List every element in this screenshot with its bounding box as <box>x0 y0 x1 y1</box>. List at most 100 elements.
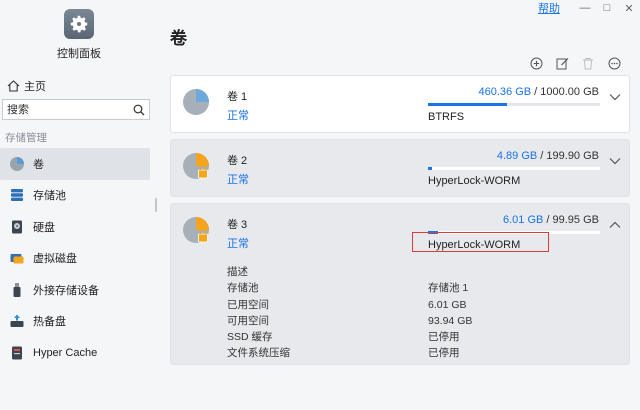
used-capacity: 460.36 GB <box>478 86 532 98</box>
volume-locked-pie-icon <box>183 153 209 179</box>
virtual-disk-icon <box>9 250 25 266</box>
help-link[interactable]: 帮助 <box>538 0 560 16</box>
detail-value: 已停用 <box>428 347 460 360</box>
volume-card-1[interactable]: 卷 1 正常 460.36 GB / 1000.00 GB BTRFS <box>170 75 630 133</box>
main-panel: 卷 卷 1 正常 460.36 GB / 1000.00 GB BTRFS 卷 … <box>170 0 632 410</box>
total-capacity: 199.90 GB <box>546 150 599 162</box>
maximize-button[interactable]: □ <box>596 2 618 14</box>
detail-label: 可用空间 <box>227 314 269 327</box>
hard-disk-icon <box>9 219 25 235</box>
volume-toolbar <box>528 56 622 70</box>
sidebar-item-label: 硬盘 <box>33 221 55 234</box>
delete-button[interactable] <box>580 56 596 70</box>
nav-home-label: 主页 <box>24 81 46 93</box>
sidebar-item-hot-spare[interactable]: 热备盘 <box>0 306 158 338</box>
app-header: 控制面板 <box>0 0 158 70</box>
chevron-down-icon[interactable] <box>609 93 621 101</box>
volume-locked-pie-icon <box>183 217 209 243</box>
sidebar-item-hard-disk[interactable]: 硬盘 <box>0 211 158 243</box>
chevron-down-icon[interactable] <box>609 157 621 165</box>
detail-label: 存储池 <box>227 282 259 295</box>
volume-status: 正常 <box>227 174 249 186</box>
detail-value: 已停用 <box>428 331 460 344</box>
storage-nav-list: 卷 存储池 硬盘 虚拟磁盘 外接存储设备 热备盘 Hyper Cache <box>0 148 158 369</box>
capacity-bar <box>428 167 600 170</box>
detail-label: SSD 缓存 <box>227 331 273 344</box>
more-button[interactable] <box>606 56 622 70</box>
detail-value: 6.01 GB <box>428 298 467 311</box>
sidebar-item-virtual-disk[interactable]: 虚拟磁盘 <box>0 243 158 275</box>
volume-capacity: 4.89 GB / 199.90 GB <box>497 150 599 162</box>
detail-label: 文件系统压缩 <box>227 347 290 360</box>
used-capacity: 4.89 GB <box>496 150 538 162</box>
sidebar-item-label: 热备盘 <box>33 316 66 329</box>
volume-pie-icon <box>9 156 25 172</box>
edit-icon <box>556 57 568 69</box>
nav-home[interactable]: 主页 <box>0 76 158 96</box>
detail-row: 存储池 存储池 1 <box>227 280 617 296</box>
filesystem-type: BTRFS <box>428 111 465 123</box>
minimize-button[interactable]: — <box>574 2 596 14</box>
sidebar-item-hyper-cache[interactable]: Hyper Cache <box>0 337 158 369</box>
total-capacity: 1000.00 GB <box>540 86 599 98</box>
details-heading: 描述 <box>227 266 248 278</box>
volume-details: 描述 存储池 存储池 1 已用空间 6.01 GB 可用空间 93.94 GB … <box>227 264 617 362</box>
volume-capacity: 460.36 GB / 1000.00 GB <box>479 86 599 98</box>
capacity-bar-fill <box>428 103 508 106</box>
sidebar-item-label: 虚拟磁盘 <box>33 253 77 266</box>
window-controls: 帮助 — □ ✕ <box>538 0 640 16</box>
edit-button[interactable] <box>554 56 570 70</box>
filesystem-type: HyperLock-WORM <box>428 175 521 187</box>
total-capacity: 99.95 GB <box>552 214 599 226</box>
usb-drive-icon <box>9 282 25 298</box>
search-input[interactable] <box>7 103 133 116</box>
volume-name: 卷 2 <box>227 155 248 167</box>
detail-row: 文件系统压缩 已停用 <box>227 345 617 361</box>
volume-capacity: 6.01 GB / 99.95 GB <box>503 214 599 226</box>
volume-name: 卷 1 <box>227 91 248 103</box>
sidebar-item-storage-pool[interactable]: 存储池 <box>0 180 158 212</box>
detail-label: 已用空间 <box>227 298 269 311</box>
detail-value: 93.94 GB <box>428 314 473 327</box>
volume-pie-icon <box>183 89 209 115</box>
volume-name: 卷 3 <box>227 219 248 231</box>
page-title: 卷 <box>170 29 187 48</box>
volume-status: 正常 <box>227 110 249 122</box>
delete-icon <box>583 57 593 69</box>
app-title: 控制面板 <box>57 48 101 60</box>
sidebar-item-label: 存储池 <box>33 190 66 203</box>
home-icon <box>7 80 20 92</box>
search-icon[interactable] <box>133 104 145 116</box>
sidebar-item-label: Hyper Cache <box>33 346 98 359</box>
sidebar-scrollbar[interactable] <box>155 198 157 212</box>
hot-spare-icon <box>9 313 25 329</box>
capacity-separator: / <box>543 214 553 226</box>
chevron-up-icon[interactable] <box>609 221 621 229</box>
red-highlight-box <box>412 232 549 252</box>
volume-card-2[interactable]: 卷 2 正常 4.89 GB / 199.90 GB HyperLock-WOR… <box>170 139 630 197</box>
detail-row: 可用空间 93.94 GB <box>227 313 617 329</box>
hyper-cache-icon <box>9 345 25 361</box>
capacity-bar-fill <box>428 167 433 170</box>
sidebar-item-label: 卷 <box>33 158 44 171</box>
detail-value: 存储池 1 <box>428 282 469 295</box>
volume-card-3[interactable]: 卷 3 正常 6.01 GB / 99.95 GB HyperLock-WORM… <box>170 203 630 365</box>
section-storage-management: 存储管理 <box>5 132 47 144</box>
add-button[interactable] <box>528 56 544 70</box>
sidebar-item-label: 外接存储设备 <box>33 284 99 297</box>
search-box <box>2 99 150 120</box>
more-icon <box>608 57 620 69</box>
details-heading-row: 描述 <box>227 264 617 280</box>
volume-status: 正常 <box>227 238 249 250</box>
sidebar: 控制面板 主页 存储管理 卷 存储池 <box>0 0 158 410</box>
control-panel-gear-icon <box>64 9 94 39</box>
used-capacity: 6.01 GB <box>502 214 544 226</box>
add-icon <box>530 57 542 69</box>
detail-row: 已用空间 6.01 GB <box>227 297 617 313</box>
detail-row: SSD 缓存 已停用 <box>227 329 617 345</box>
capacity-bar <box>428 103 600 106</box>
sidebar-item-volume[interactable]: 卷 <box>0 148 150 180</box>
close-button[interactable]: ✕ <box>618 2 640 15</box>
sidebar-item-external-storage[interactable]: 外接存储设备 <box>0 274 158 306</box>
storage-pool-icon <box>9 187 25 203</box>
